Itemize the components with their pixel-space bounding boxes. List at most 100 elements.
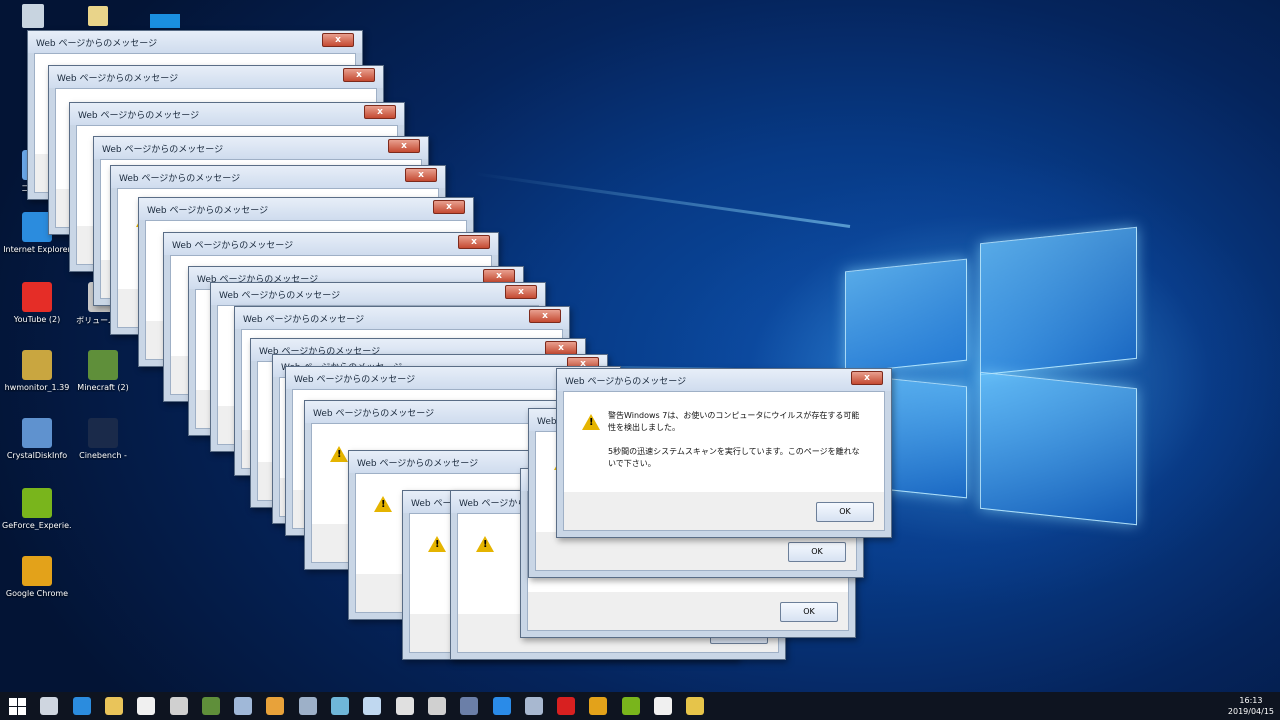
dialog-title: Web ページからのメッセージ (219, 291, 341, 301)
desktop-icon[interactable]: GeForce_Experie... (2, 488, 72, 530)
close-icon[interactable]: x (322, 33, 354, 47)
alert-dialog: Web ページからのメッセージ x 警告Windows 7は、お使いのコンピュータに… (556, 368, 892, 538)
dialog-title-bar[interactable]: Web ページからのメッセージ x (235, 307, 569, 329)
desktop-icon-label: Internet Explorer (3, 245, 71, 254)
blue-app-icon[interactable] (492, 697, 511, 715)
dialog-title: Web ページからのメッセージ (565, 377, 687, 387)
desktop-icon[interactable]: hwmonitor_1.39 (2, 350, 72, 392)
desktop-icon[interactable]: YouTube (2) (2, 282, 72, 324)
file-explorer-icon[interactable] (104, 697, 123, 715)
message-line: 5秒間の迅速システムスキャンを実行しています。このページを離れな (608, 447, 860, 456)
film-icon[interactable] (169, 697, 188, 715)
warning-icon (476, 536, 494, 552)
ok-button[interactable]: OK (816, 502, 874, 522)
close-icon[interactable]: x (505, 285, 537, 299)
notepad-icon[interactable] (363, 697, 382, 715)
desktop-icon-label: CrystalDiskInfo (6, 451, 68, 460)
dialog-title: Web ページからのメッセージ (102, 145, 224, 155)
close-icon[interactable]: x (405, 168, 437, 182)
steam-icon[interactable] (298, 697, 317, 715)
ok-button[interactable]: OK (780, 602, 838, 622)
close-icon[interactable]: x (851, 371, 883, 385)
windows-logo-pane (845, 258, 967, 374)
mic-icon[interactable] (427, 697, 446, 715)
dialog-title: Web ページからのメッセージ (57, 74, 179, 84)
flash-icon[interactable] (557, 697, 576, 715)
dialog-title-bar[interactable]: Web ページからのメッセージ x (111, 166, 445, 188)
cinebench-icon (88, 418, 118, 448)
desktop-icon[interactable]: CrystalDiskInfo (2, 418, 72, 460)
chart-icon[interactable] (524, 697, 543, 715)
calculator-icon[interactable] (395, 697, 414, 715)
windows-logo-pane (980, 371, 1137, 526)
warning-icon (582, 414, 600, 430)
minecraft-icon[interactable] (201, 697, 220, 715)
youtube-icon (22, 282, 52, 312)
warning-icon (330, 446, 348, 462)
close-icon[interactable]: x (545, 341, 577, 355)
desktop: コントロInternet ExplorerYouTube (2)ボリューム (1… (0, 0, 1280, 692)
geforce-icon (22, 488, 52, 518)
desktop-icon-label: Minecraft (2) (77, 383, 129, 392)
close-icon[interactable]: x (433, 200, 465, 214)
game-icon[interactable] (234, 697, 253, 715)
dialog-title: Web ページからのメッセージ (147, 206, 269, 216)
taskbar: 16:13 2019/04/15 (0, 692, 1280, 720)
desktop-icon-label: YouTube (2) (13, 315, 61, 324)
desktop-icon[interactable]: Cinebench - (68, 418, 138, 460)
dialog-title-bar[interactable]: Web ページからのメッセージ x (70, 103, 404, 125)
photos-icon[interactable] (654, 697, 672, 715)
system-clock[interactable]: 16:13 2019/04/15 (1228, 695, 1274, 717)
app-shortcut-icon[interactable] (150, 14, 180, 28)
desktop-icon[interactable]: Minecraft (2) (68, 350, 138, 392)
dialog-title-bar[interactable]: Web ページからのメッセージ x (28, 31, 362, 53)
desktop-icon-label: hwmonitor_1.39 (4, 383, 70, 392)
nvidia-icon[interactable] (621, 697, 640, 715)
desktop-icon-label: Google Chrome (5, 589, 69, 598)
dialog-title: Web ページからのメッセージ (313, 409, 435, 419)
clock-time: 16:13 (1239, 696, 1263, 705)
star-app-icon[interactable] (686, 697, 705, 715)
chrome-icon[interactable] (589, 697, 608, 715)
cinebench-icon[interactable] (460, 697, 479, 715)
dialog-title: Web ページからのメッセージ (243, 315, 365, 325)
recycle-bin-icon[interactable] (22, 4, 44, 28)
close-icon[interactable]: x (529, 309, 561, 323)
message-line: 警告Windows 7は、お使いのコンピュータにウイルスが存在する可能 (608, 411, 860, 420)
light-beam (473, 172, 851, 228)
dialog-title: Web ページからのメッセージ (78, 111, 200, 121)
dialog-title-bar[interactable]: Web ページからのメッセージ x (557, 369, 891, 391)
dialog-title-bar[interactable]: Web ページからのメッセージ x (94, 137, 428, 159)
media-player-icon[interactable] (266, 697, 285, 715)
jp-app-icon[interactable] (137, 697, 156, 715)
crystaldiskinfo-icon (22, 418, 52, 448)
dialog-title-bar[interactable]: Web ページからのメッセージ x (49, 66, 383, 88)
clock-date: 2019/04/15 (1227, 707, 1274, 716)
ok-button[interactable]: OK (788, 542, 846, 562)
task-view-icon[interactable] (40, 697, 59, 715)
dialog-title-bar[interactable]: Web ページからのメッセージ x (211, 283, 545, 305)
close-icon[interactable]: x (483, 269, 515, 283)
windows-logo-pane (980, 226, 1137, 376)
message-line: いで下さい。 (608, 459, 656, 468)
minecraft-icon (88, 350, 118, 380)
desktop-icon[interactable]: Google Chrome (2, 556, 72, 598)
close-icon[interactable]: x (388, 139, 420, 153)
dialog-title-bar[interactable]: Web ページからのメッセージ x (139, 198, 473, 220)
close-icon[interactable]: x (458, 235, 490, 249)
close-icon[interactable]: x (343, 68, 375, 82)
warning-icon (428, 536, 446, 552)
desktop-icon-label: Cinebench - (79, 451, 127, 460)
hwmonitor-icon (22, 350, 52, 380)
dialog-title-bar[interactable]: Web ページからのメッセージ x (164, 233, 498, 255)
dialog-title: Web ページからのメッセージ (172, 241, 294, 251)
close-icon[interactable]: x (364, 105, 396, 119)
folder-icon[interactable] (88, 6, 108, 26)
dialog-title: Web ページからのメッセージ (294, 375, 416, 385)
ie-icon[interactable] (72, 697, 91, 715)
dialog-title: Web ページからのメッセージ (119, 174, 241, 184)
warning-icon (374, 496, 392, 512)
app-icon[interactable] (331, 697, 349, 715)
message-line: 性を検出しました。 (608, 423, 680, 432)
start-icon[interactable] (8, 697, 26, 715)
